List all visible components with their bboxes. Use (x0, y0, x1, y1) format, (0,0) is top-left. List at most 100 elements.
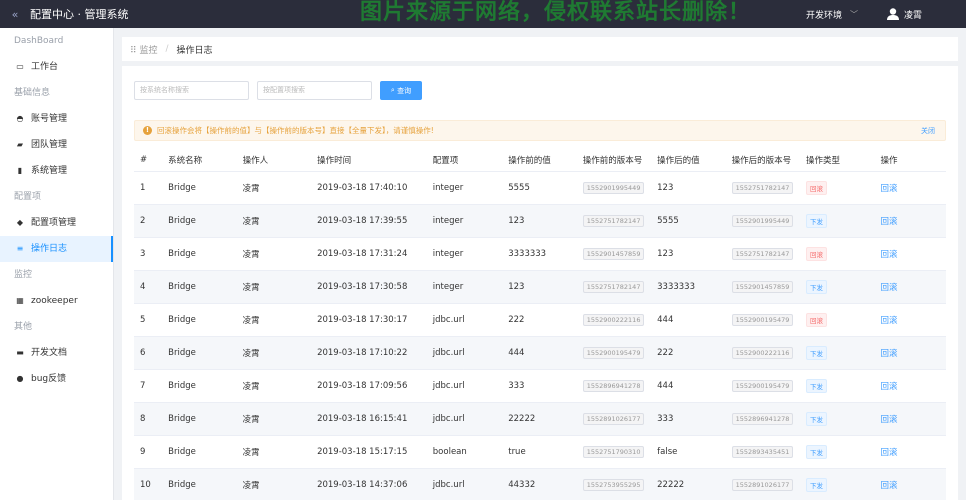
after-version-cell-cell: 1552751782147 (725, 236, 801, 270)
row-index: 3 (134, 236, 163, 270)
sidebar-group-label: 其他 (14, 322, 33, 332)
table-row: 4 Bridge 凌霄 2019-03-18 17:30:58 integer 123 15… (134, 269, 946, 303)
after-version-cell-cell: 1552900195479 (725, 302, 801, 336)
system-name-cell: Bridge (162, 203, 237, 237)
after-version-cell: 1552751782147 (731, 181, 794, 194)
config-key-cell: boolean (426, 434, 503, 468)
breadcrumb-home[interactable]: ⠿ 监控 (130, 43, 157, 56)
column-header: 操作前的版本号 (582, 155, 643, 166)
user-name: 凌霄 (904, 10, 923, 21)
system-icon: ▮ (17, 166, 23, 175)
table-row: 8 Bridge 凌霄 2019-03-18 16:15:41 jdbc.url 2222… (134, 401, 946, 435)
operation-time-cell: 2019-03-18 16:15:41 (311, 401, 427, 435)
operation-type-cell: 下发 (800, 269, 875, 303)
sidebar-item-label: 操作日志 (31, 244, 68, 254)
column-header: 操作后的值 (657, 155, 700, 166)
rollback-link[interactable]: 回滚 (881, 184, 898, 194)
operation-type-cell: 下发 (800, 203, 875, 237)
row-index: 5 (134, 302, 163, 336)
config-key-cell: jdbc.url (426, 302, 503, 336)
table-row: 1 Bridge 凌霄 2019-03-18 17:40:10 integer 5555 1… (134, 170, 946, 204)
column-header: 操作人 (242, 155, 269, 166)
rollback-link[interactable]: 回滚 (881, 250, 898, 260)
before-version-cell: 1552751790310 (582, 445, 645, 458)
sidebar-item[interactable]: ▮ 系统管理 (0, 158, 113, 184)
before-value-cell: 3333333 (502, 236, 577, 270)
before-version-cell: 1552891026177 (582, 412, 645, 425)
sidebar-item-label: 配置项管理 (31, 218, 77, 228)
back-icon[interactable]: « (0, 8, 30, 21)
operator-cell: 凌霄 (236, 467, 312, 500)
table-header-row: # 系统名称 操作人 操作时间 配置项 操作前的值 操作前的版本号 操作后的值 操作后的版本号 操… (134, 149, 946, 171)
config-key-cell: integer (426, 203, 503, 237)
after-value-cell: 444 (651, 302, 726, 336)
operation-type-tag: 回滚 (806, 246, 828, 261)
before-value-cell: 222 (502, 302, 577, 336)
before-version-cell: 1552901457859 (582, 247, 645, 260)
before-version-cell-cell: 1552900222116 (576, 302, 652, 336)
rollback-link[interactable]: 回滚 (881, 481, 898, 491)
operation-type-tag: 下发 (806, 213, 828, 228)
sidebar-group-label: DashBoard (14, 36, 64, 46)
row-index: 7 (134, 368, 163, 402)
sidebar-item[interactable]: ▰ 团队管理 (0, 132, 113, 158)
rollback-cell: 回滚 (874, 401, 946, 435)
table-row: 6 Bridge 凌霄 2019-03-18 17:10:22 jdbc.url 444 1… (134, 335, 946, 369)
operator-cell: 凌霄 (236, 302, 312, 336)
operation-time-cell: 2019-03-18 17:10:22 (311, 335, 427, 369)
env-label: 开发环境 (806, 10, 843, 21)
sidebar-item[interactable]: ◆ 配置项管理 (0, 210, 113, 236)
rollback-link[interactable]: 回滚 (881, 217, 898, 227)
app-title: 配置中心 · 管理系统 (30, 8, 129, 21)
table-row: 5 Bridge 凌霄 2019-03-18 17:30:17 jdbc.url 222 1… (134, 302, 946, 336)
before-version-cell: 1552901995449 (582, 181, 645, 194)
rollback-link[interactable]: 回滚 (881, 382, 898, 392)
rollback-link[interactable]: 回滚 (881, 316, 898, 326)
rollback-link[interactable]: 回滚 (881, 349, 898, 359)
operation-time-cell: 2019-03-18 17:39:55 (311, 203, 427, 237)
before-version-cell-cell: 1552751782147 (576, 203, 652, 237)
before-version-cell: 1552753955295 (582, 478, 645, 491)
operator-cell: 凌霄 (236, 401, 312, 435)
sidebar-item[interactable]: ▭ 工作台 (0, 54, 113, 80)
operator-cell: 凌霄 (236, 203, 312, 237)
rollback-link[interactable]: 回滚 (881, 283, 898, 293)
env-dropdown[interactable]: 开发环境 ﹀ (806, 0, 858, 28)
system-search-input[interactable]: 按系统名称搜索 (134, 81, 249, 100)
query-button[interactable]: ⌕ 查询 (380, 81, 422, 100)
operator-cell: 凌霄 (236, 434, 312, 468)
operation-type-tag: 下发 (806, 411, 828, 426)
before-value-cell: 22222 (502, 401, 577, 435)
rollback-cell: 回滚 (874, 302, 946, 336)
rollback-link[interactable]: 回滚 (881, 415, 898, 425)
column-header: 操作 (880, 155, 898, 166)
rollback-link[interactable]: 回滚 (881, 448, 898, 458)
after-version-cell: 1552900222116 (731, 346, 794, 359)
alert-close-button[interactable]: 关闭 (921, 126, 935, 136)
config-search-input[interactable]: 按配置项搜索 (257, 81, 372, 100)
sidebar-item[interactable]: ▦ zookeeper (0, 288, 113, 314)
after-version-cell: 1552901995449 (731, 214, 794, 227)
config-key-cell: jdbc.url (426, 335, 503, 369)
sidebar-item[interactable]: ≡ 操作日志 (0, 236, 113, 262)
operation-time-cell: 2019-03-18 17:09:56 (311, 368, 427, 402)
sidebar-item[interactable]: ◓ 账号管理 (0, 106, 113, 132)
sidebar-item[interactable]: ● bug反馈 (0, 366, 113, 392)
column-header: # (140, 154, 148, 165)
system-name-cell: Bridge (162, 467, 237, 500)
after-version-cell: 1552896941278 (731, 412, 794, 425)
sidebar-item[interactable]: ▬ 开发文档 (0, 340, 113, 366)
after-version-cell-cell: 1552901457859 (725, 269, 801, 303)
rollback-cell: 回滚 (874, 335, 946, 369)
docs-icon: ▬ (16, 348, 24, 357)
rollback-cell: 回滚 (874, 236, 946, 270)
operator-cell: 凌霄 (236, 335, 312, 369)
before-version-cell-cell: 1552751790310 (576, 434, 652, 468)
operation-time-cell: 2019-03-18 17:40:10 (311, 170, 427, 204)
rollback-cell: 回滚 (874, 467, 946, 500)
after-version-cell-cell: 1552901995449 (725, 203, 801, 237)
user-menu[interactable]: 凌霄 (886, 0, 922, 28)
before-version-cell-cell: 1552751782147 (576, 269, 652, 303)
watermark-text: 图片来源于网络，侵权联系站长删除！ (360, 0, 752, 25)
system-name-cell: Bridge (162, 335, 237, 369)
